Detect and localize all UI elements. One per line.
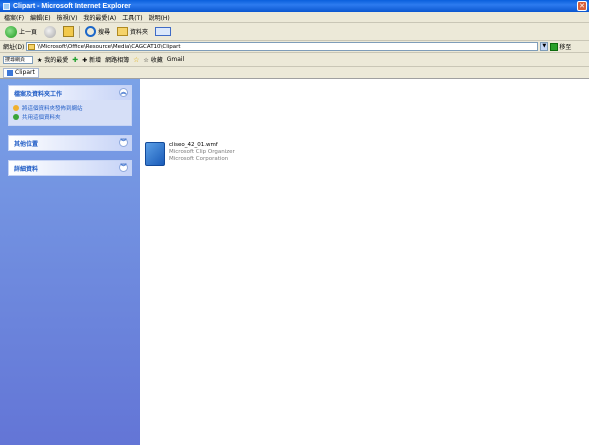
address-bar: 網址(D) \\Microsoft\Office\Resource\Media\… [0,41,589,53]
navigation-bar: Clipart [0,67,589,79]
task-pane: 檔案及資料夾工作 ︽ 將這個資料夾發佈到網站 共用這個資料夾 其他位置 ︾ 詳細… [0,79,140,445]
close-button[interactable]: ✕ [577,1,587,11]
panel-title: 詳細資料 [14,165,39,173]
up-folder-button[interactable] [61,25,76,39]
tab-clipart[interactable]: Clipart [3,67,39,78]
panel-body: 將這個資料夾發佈到網站 共用這個資料夾 [9,100,131,125]
links-item-favorites[interactable]: ★ 我的最愛 [37,55,68,64]
folders-icon [117,27,129,36]
address-path: \\Microsoft\Office\Resource\Media\CAGCAT… [37,43,181,50]
menu-tools[interactable]: 工具(T) [122,13,142,22]
window-title: Clipart - Microsoft Internet Explorer [13,2,131,10]
search-label: 搜尋 [98,29,111,36]
links-item-add[interactable]: ✚ 新增 [82,55,101,64]
address-dropdown-button[interactable]: ▼ [540,42,549,51]
star-icon: ☆ [133,55,140,64]
links-item-gmail[interactable]: Gmail [167,56,185,63]
other-places-panel: 其他位置 ︾ [8,135,132,151]
title-bar: Clipart - Microsoft Internet Explorer ✕ [0,0,589,12]
views-icon [155,27,172,36]
file-description: Microsoft Clip Organizer [169,149,235,155]
forward-button[interactable] [42,25,58,39]
expand-icon[interactable]: ︾ [119,138,128,147]
share-folder-link[interactable]: 共用這個資料夾 [13,112,127,121]
file-text: cliseo_42_01.wmf Microsoft Clip Organize… [169,142,235,166]
menu-edit[interactable]: 編輯(E) [30,13,50,22]
file-item[interactable]: cliseo_42_01.wmf Microsoft Clip Organize… [145,142,235,166]
web-search-input[interactable]: 搜尋網頁 [3,55,33,64]
toolbar-separator [79,25,81,38]
add-icon: ✚ [72,55,79,64]
panel-header[interactable]: 檔案及資料夾工作 ︽ [9,86,131,100]
publish-folder-link[interactable]: 將這個資料夾發佈到網站 [13,103,127,112]
go-button[interactable]: 移至 [559,42,571,51]
go-arrow-icon[interactable] [550,42,559,51]
back-arrow-icon [5,25,17,38]
file-list-pane: cliseo_42_01.wmf Microsoft Clip Organize… [140,79,589,445]
link-text: 共用這個資料夾 [22,114,61,121]
file-folder-tasks-panel: 檔案及資料夾工作 ︽ 將這個資料夾發佈到網站 共用這個資料夾 [8,85,132,126]
links-toolbar: 搜尋網頁 ★ 我的最愛 ✚ ✚ 新增 網路相簿 ☆ ☆ 收藏 Gmail [0,53,589,67]
share-icon [13,113,19,120]
links-item-collect[interactable]: ☆ 收藏 [143,55,162,64]
views-button[interactable] [153,25,173,39]
publish-icon [13,104,19,111]
panel-title: 檔案及資料夾工作 [14,90,63,98]
folder-icon [28,43,36,50]
menu-help[interactable]: 說明(H) [149,13,170,22]
menu-view[interactable]: 檢視(V) [57,13,78,22]
link-text: 將這個資料夾發佈到網站 [22,105,83,112]
address-field[interactable]: \\Microsoft\Office\Resource\Media\CAGCAT… [26,42,539,51]
menu-bar: 檔案(F) 編輯(E) 檢視(V) 我的最愛(A) 工具(T) 說明(H) [0,12,589,23]
collapse-icon[interactable]: ︽ [119,88,128,97]
links-item-albums[interactable]: 網路相簿 [105,55,129,64]
menu-file[interactable]: 檔案(F) [4,13,24,22]
folders-button[interactable]: 資料夾 [115,25,150,39]
details-panel: 詳細資料 ︾ [8,160,132,176]
back-button[interactable]: 上一頁 [3,25,39,39]
up-folder-icon [63,26,75,37]
tab-label: Clipart [15,69,35,76]
search-button[interactable]: 搜尋 [83,25,112,39]
panel-header[interactable]: 其他位置 ︾ [9,136,131,150]
panel-header[interactable]: 詳細資料 ︾ [9,161,131,175]
folders-label: 資料夾 [130,29,149,36]
file-name: cliseo_42_01.wmf [169,142,218,148]
explorer-icon [3,2,10,10]
file-icon [145,142,165,166]
back-label: 上一頁 [19,29,38,36]
search-icon [85,26,97,37]
forward-arrow-icon [44,25,57,38]
standard-toolbar: 上一頁 搜尋 資料夾 [0,23,589,41]
panel-title: 其他位置 [14,140,39,148]
menu-favorites[interactable]: 我的最愛(A) [83,13,116,22]
expand-icon[interactable]: ︾ [119,163,128,172]
address-label: 網址(D) [3,44,25,51]
file-company: Microsoft Corporation [169,156,229,162]
page-icon [7,69,13,76]
